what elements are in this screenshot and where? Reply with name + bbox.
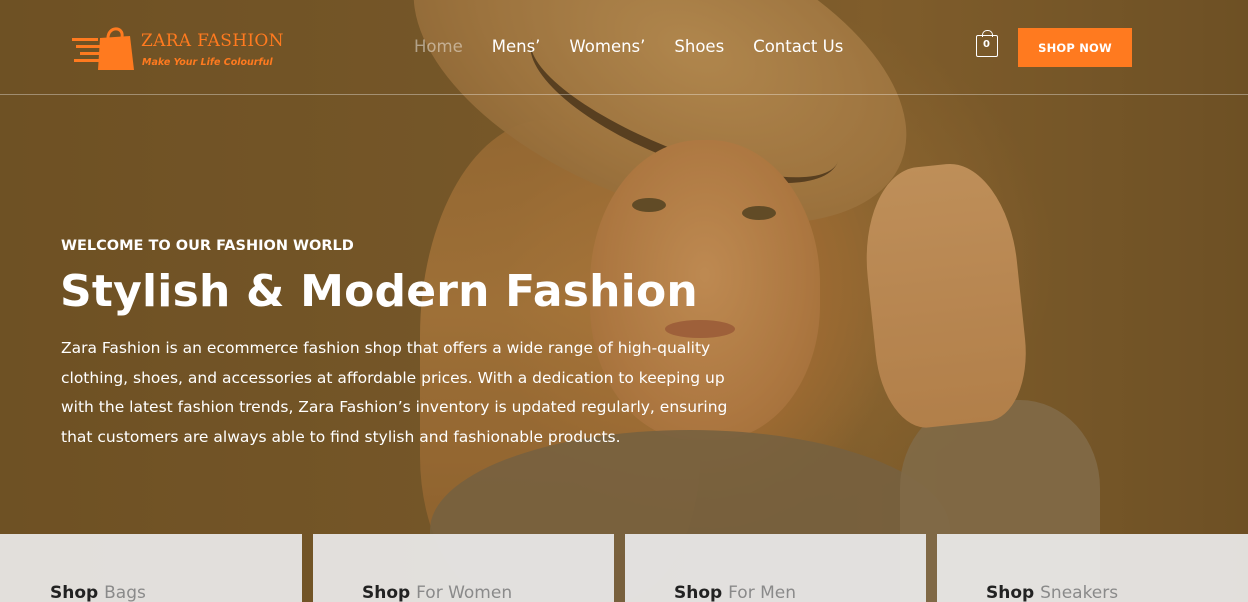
hero-title: Stylish & Modern Fashion (60, 266, 698, 317)
shop-now-button[interactable]: SHOP NOW (1018, 28, 1132, 67)
category-name: Sneakers (1040, 583, 1119, 602)
category-name: For Men (728, 583, 796, 602)
hero-description: Zara Fashion is an ecommerce fashion sho… (61, 339, 728, 446)
nav-item-womens[interactable]: Womens’ (569, 36, 645, 60)
category-prefix: Shop (986, 583, 1035, 602)
shopping-bag-icon[interactable]: 0 (976, 30, 998, 57)
category-card-sneakers[interactable]: Shop Sneakers (937, 534, 1248, 602)
nav-item-home[interactable]: Home (414, 36, 463, 60)
nav-item-shoes[interactable]: Shoes (674, 36, 724, 60)
category-prefix: Shop (50, 583, 99, 602)
category-card-men[interactable]: Shop For Men (625, 534, 926, 602)
site-header: ZARA FASHION Make Your Life Colourful Ho… (0, 0, 1248, 95)
category-card-label: Shop Sneakers (986, 583, 1118, 602)
category-cards: Shop Bags Shop For Women Shop For Men Sh… (0, 534, 1248, 602)
category-card-label: Shop For Women (362, 583, 512, 602)
brand-name: ZARA FASHION (141, 31, 284, 51)
category-prefix: Shop (362, 583, 411, 602)
brand-logo[interactable]: ZARA FASHION Make Your Life Colourful (70, 22, 290, 74)
category-card-bags[interactable]: Shop Bags (0, 534, 302, 602)
brand-tagline: Make Your Life Colourful (142, 57, 273, 68)
cart-count-badge: 0 (983, 39, 990, 50)
category-name: For Women (416, 583, 513, 602)
category-card-label: Shop Bags (50, 583, 146, 602)
nav-item-contact-us[interactable]: Contact Us (753, 36, 843, 60)
main-nav: Home Mens’ Womens’ Shoes Contact Us (414, 36, 872, 60)
shopping-bag-logo-icon (72, 27, 134, 70)
category-prefix: Shop (674, 583, 723, 602)
category-card-label: Shop For Men (674, 583, 796, 602)
category-card-women[interactable]: Shop For Women (313, 534, 614, 602)
hero-eyebrow: WELCOME TO OUR FASHION WORLD (61, 238, 354, 254)
nav-item-mens[interactable]: Mens’ (492, 36, 541, 60)
category-name: Bags (104, 583, 146, 602)
